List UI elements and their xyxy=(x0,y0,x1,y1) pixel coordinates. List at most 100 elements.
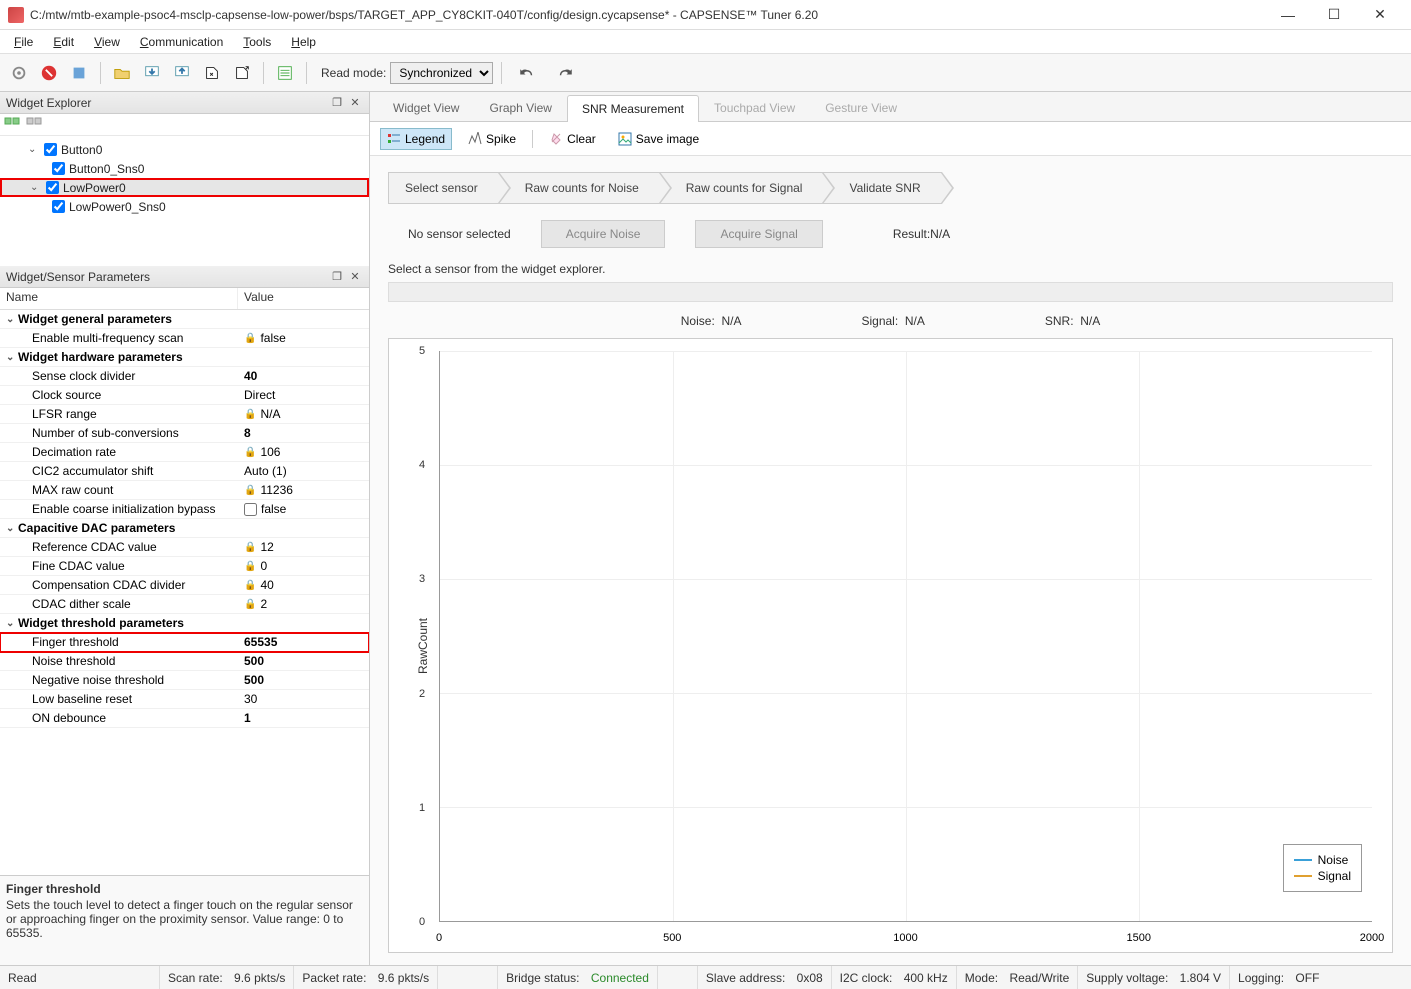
minimize-button[interactable]: — xyxy=(1265,0,1311,30)
status-logging: Logging: OFF xyxy=(1230,966,1327,989)
close-button[interactable]: ✕ xyxy=(1357,0,1403,30)
snr-flow: Select sensor Raw counts for Noise Raw c… xyxy=(370,156,1411,214)
read-mode-select[interactable]: Synchronized xyxy=(390,62,493,84)
chevron-down-icon[interactable]: ⌄ xyxy=(28,144,40,155)
snr-toolbar: Legend Spike Clear Save image xyxy=(370,122,1411,156)
menu-edit[interactable]: Edit xyxy=(43,33,84,51)
menu-communication[interactable]: Communication xyxy=(130,33,233,51)
tab-graph-view[interactable]: Graph View xyxy=(474,94,566,121)
signal-stat: Signal: N/A xyxy=(861,314,924,328)
status-packet-rate: Packet rate: 9.6 pkts/s xyxy=(294,966,438,989)
param-group[interactable]: ⌄Widget general parameters xyxy=(0,310,369,329)
checkbox-button0[interactable] xyxy=(44,143,57,156)
noise-stat: Noise: N/A xyxy=(681,314,742,328)
tree-item-button0-sns0[interactable]: Button0_Sns0 xyxy=(0,159,369,178)
param-row[interactable]: Number of sub-conversions8 xyxy=(0,424,369,443)
tab-gesture: Gesture View xyxy=(810,94,912,121)
param-row[interactable]: Negative noise threshold500 xyxy=(0,671,369,690)
param-row[interactable]: ON debounce1 xyxy=(0,709,369,728)
chart: RawCount Noise Signal 012345050010001500… xyxy=(388,338,1393,953)
param-row[interactable]: Sense clock divider40 xyxy=(0,367,369,386)
col-value: Value xyxy=(238,288,280,309)
params-header: Widget/Sensor Parameters ❐ ✕ xyxy=(0,266,369,288)
param-row[interactable]: Clock sourceDirect xyxy=(0,386,369,405)
restore-icon[interactable]: ❐ xyxy=(329,269,345,285)
close-panel-icon[interactable]: ✕ xyxy=(347,95,363,111)
legend-button[interactable]: Legend xyxy=(380,128,452,150)
param-group[interactable]: ⌄Widget threshold parameters xyxy=(0,614,369,633)
tree-item-lowpower0[interactable]: ⌄ LowPower0 xyxy=(0,178,369,197)
menubar: File Edit View Communication Tools Help xyxy=(0,30,1411,54)
desc-title: Finger threshold xyxy=(6,882,363,896)
status-slave: Slave address: 0x08 xyxy=(698,966,832,989)
spike-button[interactable]: Spike xyxy=(462,129,522,149)
menu-help[interactable]: Help xyxy=(281,33,326,51)
open-icon[interactable] xyxy=(109,60,135,86)
sensor-bar xyxy=(388,282,1393,302)
chevron-down-icon[interactable]: ⌄ xyxy=(30,182,42,193)
param-group[interactable]: ⌄Capacitive DAC parameters xyxy=(0,519,369,538)
tree-item-lowpower0-sns0[interactable]: LowPower0_Sns0 xyxy=(0,197,369,216)
param-row[interactable]: Finger threshold65535 xyxy=(0,633,369,652)
param-row[interactable]: Decimation rate🔒106 xyxy=(0,443,369,462)
status-scan-rate: Scan rate: 9.6 pkts/s xyxy=(160,966,294,989)
param-row[interactable]: CDAC dither scale🔒2 xyxy=(0,595,369,614)
step-raw-noise[interactable]: Raw counts for Noise xyxy=(498,172,660,204)
titlebar: C:/mtw/mtb-example-psoc4-msclp-capsense-… xyxy=(0,0,1411,30)
param-row[interactable]: Noise threshold500 xyxy=(0,652,369,671)
param-row[interactable]: Enable coarse initialization bypassfalse xyxy=(0,500,369,519)
checkbox-lowpower0-sns0[interactable] xyxy=(52,200,65,213)
step-validate-snr[interactable]: Validate SNR xyxy=(822,172,941,204)
menu-tools[interactable]: Tools xyxy=(233,33,281,51)
acquire-signal-button: Acquire Signal xyxy=(695,220,822,248)
widget-explorer-title: Widget Explorer xyxy=(6,96,91,110)
undo-icon[interactable] xyxy=(510,60,544,86)
list-icon[interactable] xyxy=(272,60,298,86)
param-row[interactable]: Compensation CDAC divider🔒40 xyxy=(0,576,369,595)
maximize-button[interactable]: ☐ xyxy=(1311,0,1357,30)
restore-icon[interactable]: ❐ xyxy=(329,95,345,111)
param-row[interactable]: Enable multi-frequency scan🔒false xyxy=(0,329,369,348)
legend-noise: Noise xyxy=(1318,853,1349,867)
checkbox-lowpower0[interactable] xyxy=(46,181,59,194)
param-row[interactable]: CIC2 accumulator shiftAuto (1) xyxy=(0,462,369,481)
close-panel-icon[interactable]: ✕ xyxy=(347,269,363,285)
tree-item-button0[interactable]: ⌄ Button0 xyxy=(0,140,369,159)
checkbox-button0-sns0[interactable] xyxy=(52,162,65,175)
step-select-sensor[interactable]: Select sensor xyxy=(388,172,499,204)
upload-icon[interactable] xyxy=(169,60,195,86)
tab-widget-view[interactable]: Widget View xyxy=(378,94,474,121)
expand-all-icon[interactable] xyxy=(4,117,22,133)
param-row[interactable]: Fine CDAC value🔒0 xyxy=(0,557,369,576)
import-icon[interactable] xyxy=(199,60,225,86)
step-raw-signal[interactable]: Raw counts for Signal xyxy=(659,172,824,204)
params-body: ⌄Widget general parametersEnable multi-f… xyxy=(0,310,369,875)
status-supply: Supply voltage: 1.804 V xyxy=(1078,966,1230,989)
download-icon[interactable] xyxy=(139,60,165,86)
result-label: Result:N/A xyxy=(893,227,950,241)
widget-explorer-header: Widget Explorer ❐ ✕ xyxy=(0,92,369,114)
gear-icon[interactable] xyxy=(6,60,32,86)
legend-signal: Signal xyxy=(1318,869,1351,883)
param-group[interactable]: ⌄Widget hardware parameters xyxy=(0,348,369,367)
no-sensor-label: No sensor selected xyxy=(388,227,511,241)
redo-icon[interactable] xyxy=(548,60,582,86)
status-bridge: Bridge status: Connected xyxy=(498,966,658,989)
chart-plot xyxy=(439,351,1372,922)
status-i2c: I2C clock: 400 kHz xyxy=(832,966,957,989)
chart-legend: Noise Signal xyxy=(1283,844,1362,892)
collapse-all-icon[interactable] xyxy=(26,117,44,133)
read-mode-label: Read mode: xyxy=(321,66,386,80)
export-icon[interactable] xyxy=(229,60,255,86)
menu-file[interactable]: File xyxy=(4,33,43,51)
clear-button[interactable]: Clear xyxy=(543,129,602,149)
menu-view[interactable]: View xyxy=(84,33,130,51)
param-row[interactable]: LFSR range🔒N/A xyxy=(0,405,369,424)
save-image-button[interactable]: Save image xyxy=(612,129,705,149)
param-row[interactable]: Reference CDAC value🔒12 xyxy=(0,538,369,557)
tab-snr[interactable]: SNR Measurement xyxy=(567,95,699,122)
stop-icon[interactable] xyxy=(36,60,62,86)
param-row[interactable]: Low baseline reset30 xyxy=(0,690,369,709)
pause-icon[interactable] xyxy=(66,60,92,86)
param-row[interactable]: MAX raw count🔒11236 xyxy=(0,481,369,500)
